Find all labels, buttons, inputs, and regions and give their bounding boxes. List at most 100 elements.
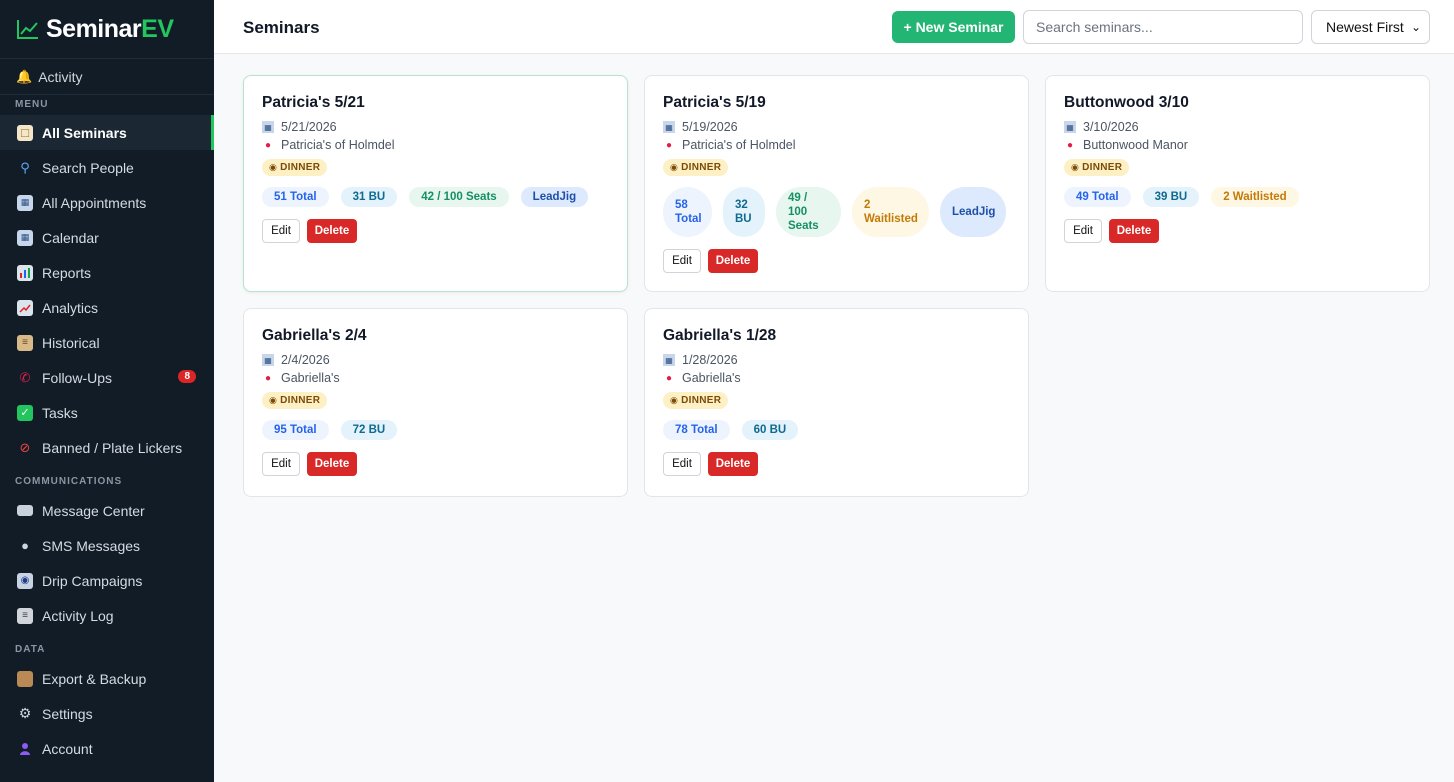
prohibited-icon: ⊘ — [19, 439, 31, 455]
sidebar-item-label: Activity Log — [42, 607, 114, 624]
sort-selected-value: Newest First — [1326, 19, 1404, 35]
seats-chip: 42 / 100 Seats — [409, 187, 509, 207]
pin-icon: ● — [665, 372, 673, 384]
delete-button[interactable]: Delete — [708, 249, 758, 273]
pin-icon: ● — [264, 372, 272, 384]
dinner-icon: ◉ — [670, 162, 679, 172]
seminar-date-text: 2/4/2026 — [281, 353, 330, 367]
bar-chart-icon — [17, 264, 33, 281]
edit-button[interactable]: Edit — [1064, 219, 1102, 243]
dinner-icon: ◉ — [269, 395, 278, 405]
delete-button[interactable]: Delete — [307, 219, 357, 243]
sidebar-item-banned[interactable]: ⊘ Banned / Plate Lickers — [0, 430, 214, 465]
search-icon: ⚲ — [20, 159, 30, 175]
delete-button[interactable]: Delete — [1109, 219, 1159, 243]
waitlisted-chip: 2 Waitlisted — [1211, 187, 1299, 207]
sidebar-item-drip-campaigns[interactable]: ◉ Drip Campaigns — [0, 563, 214, 598]
sidebar-item-all-appointments[interactable]: ▦ All Appointments — [0, 185, 214, 220]
pin-icon: ● — [264, 139, 272, 151]
total-count-chip: 58 Total — [663, 187, 712, 237]
sidebar-item-label: All Appointments — [42, 194, 147, 211]
bu-count-chip: 39 BU — [1142, 187, 1200, 207]
bu-count-chip: 32 BU — [723, 187, 765, 237]
pin-icon: ● — [665, 139, 673, 151]
total-count-chip: 49 Total — [1064, 187, 1131, 207]
sidebar-item-all-seminars[interactable]: □ All Seminars — [0, 115, 214, 150]
sidebar-item-historical[interactable]: ≡ Historical — [0, 325, 214, 360]
new-seminar-button[interactable]: + New Seminar — [892, 11, 1015, 43]
calendar-icon: ▦ — [663, 121, 675, 133]
dinner-icon: ◉ — [269, 162, 278, 172]
event-type-badge: ◉ DINNER — [262, 392, 328, 409]
edit-button[interactable]: Edit — [262, 219, 300, 243]
sidebar-item-activity-log[interactable]: ≡ Activity Log — [0, 598, 214, 633]
sidebar-item-sms-messages[interactable]: ● SMS Messages — [0, 528, 214, 563]
trend-chart-icon — [17, 299, 33, 316]
search-input[interactable] — [1023, 10, 1303, 44]
activity-label: Activity — [38, 68, 83, 85]
bu-count-chip: 72 BU — [340, 420, 398, 440]
activity-link[interactable]: 🔔 Activity — [0, 59, 214, 95]
sidebar-item-settings[interactable]: ⚙ Settings — [0, 696, 214, 731]
brand-logo[interactable]: Seminar EV — [0, 0, 214, 59]
delete-button[interactable]: Delete — [708, 452, 758, 476]
sidebar-item-search-people[interactable]: ⚲ Search People — [0, 150, 214, 185]
seminar-card[interactable]: Gabriella's 1/28 ▦ 1/28/2026 ● Gabriella… — [644, 308, 1029, 497]
sidebar-item-label: All Seminars — [42, 124, 127, 141]
delete-button[interactable]: Delete — [307, 452, 357, 476]
envelope-icon — [17, 505, 33, 516]
sidebar-item-label: Export & Backup — [42, 670, 147, 687]
seminar-card[interactable]: Patricia's 5/21 ▦ 5/21/2026 ● Patricia's… — [243, 75, 628, 292]
sidebar-item-analytics[interactable]: Analytics — [0, 290, 214, 325]
sidebar-item-label: Search People — [42, 159, 134, 176]
scroll-icon: ≡ — [17, 334, 33, 351]
leadjig-chip: LeadJig — [520, 187, 589, 207]
top-header: Seminars + New Seminar Newest First ⌄ — [214, 0, 1454, 54]
sidebar-item-follow-ups[interactable]: ✆ Follow-Ups 8 — [0, 360, 214, 395]
sidebar-item-message-center[interactable]: Message Center — [0, 493, 214, 528]
leadjig-chip: LeadJig — [940, 187, 1006, 237]
seminar-date-text: 5/19/2026 — [682, 120, 738, 134]
seminar-title: Patricia's 5/21 — [262, 94, 365, 111]
seminar-venue-text: Gabriella's — [682, 371, 741, 385]
seminar-card[interactable]: Buttonwood 3/10 ▦ 3/10/2026 ● Buttonwood… — [1045, 75, 1430, 292]
seminar-venue: ● Gabriella's — [262, 369, 609, 387]
calendar-icon: ▦ — [17, 194, 33, 211]
sidebar-item-tasks[interactable]: ✓ Tasks — [0, 395, 214, 430]
seminar-card[interactable]: Patricia's 5/19 ▦ 5/19/2026 ● Patricia's… — [644, 75, 1029, 292]
total-count-chip: 95 Total — [262, 420, 329, 440]
edit-button[interactable]: Edit — [663, 452, 701, 476]
calendar-icon: ▦ — [1064, 121, 1076, 133]
seminar-date-text: 1/28/2026 — [682, 353, 738, 367]
gear-icon: ⚙ — [18, 705, 32, 721]
total-count-chip: 78 Total — [663, 420, 730, 440]
target-icon: ◉ — [17, 572, 33, 589]
sidebar-item-label: Historical — [42, 334, 100, 351]
seminar-venue: ● Patricia's of Holmdel — [663, 136, 1010, 154]
sidebar-item-label: Account — [42, 740, 93, 757]
event-type-label: DINNER — [280, 162, 321, 173]
seminar-card[interactable]: Gabriella's 2/4 ▦ 2/4/2026 ● Gabriella's… — [243, 308, 628, 497]
seminar-venue-text: Patricia's of Holmdel — [682, 138, 796, 152]
seminar-date: ▦ 5/21/2026 — [262, 118, 609, 136]
sidebar-item-export-backup[interactable]: Export & Backup — [0, 661, 214, 696]
sidebar-item-reports[interactable]: Reports — [0, 255, 214, 290]
dinner-icon: ◉ — [1071, 162, 1080, 172]
edit-button[interactable]: Edit — [262, 452, 300, 476]
sidebar-item-label: Tasks — [42, 404, 78, 421]
sidebar-item-label: Follow-Ups — [42, 369, 113, 386]
seminar-date: ▦ 1/28/2026 — [663, 351, 1010, 369]
seminar-venue-text: Gabriella's — [281, 371, 340, 385]
seminar-venue-text: Buttonwood Manor — [1083, 138, 1188, 152]
edit-button[interactable]: Edit — [663, 249, 701, 273]
sidebar-item-account[interactable]: Account — [0, 731, 214, 766]
sidebar-item-label: Settings — [42, 705, 93, 722]
sidebar: Seminar EV 🔔 Activity MENU □ All Seminars… — [0, 0, 214, 782]
chevron-down-icon: ⌄ — [1410, 20, 1421, 34]
brand-name-suffix: EV — [141, 14, 174, 43]
sidebar-item-calendar[interactable]: ▦ Calendar — [0, 220, 214, 255]
seminar-venue: ● Buttonwood Manor — [1064, 136, 1411, 154]
bell-icon: 🔔 — [16, 68, 33, 84]
event-type-label: DINNER — [681, 162, 722, 173]
sort-select[interactable]: Newest First ⌄ — [1311, 10, 1430, 44]
